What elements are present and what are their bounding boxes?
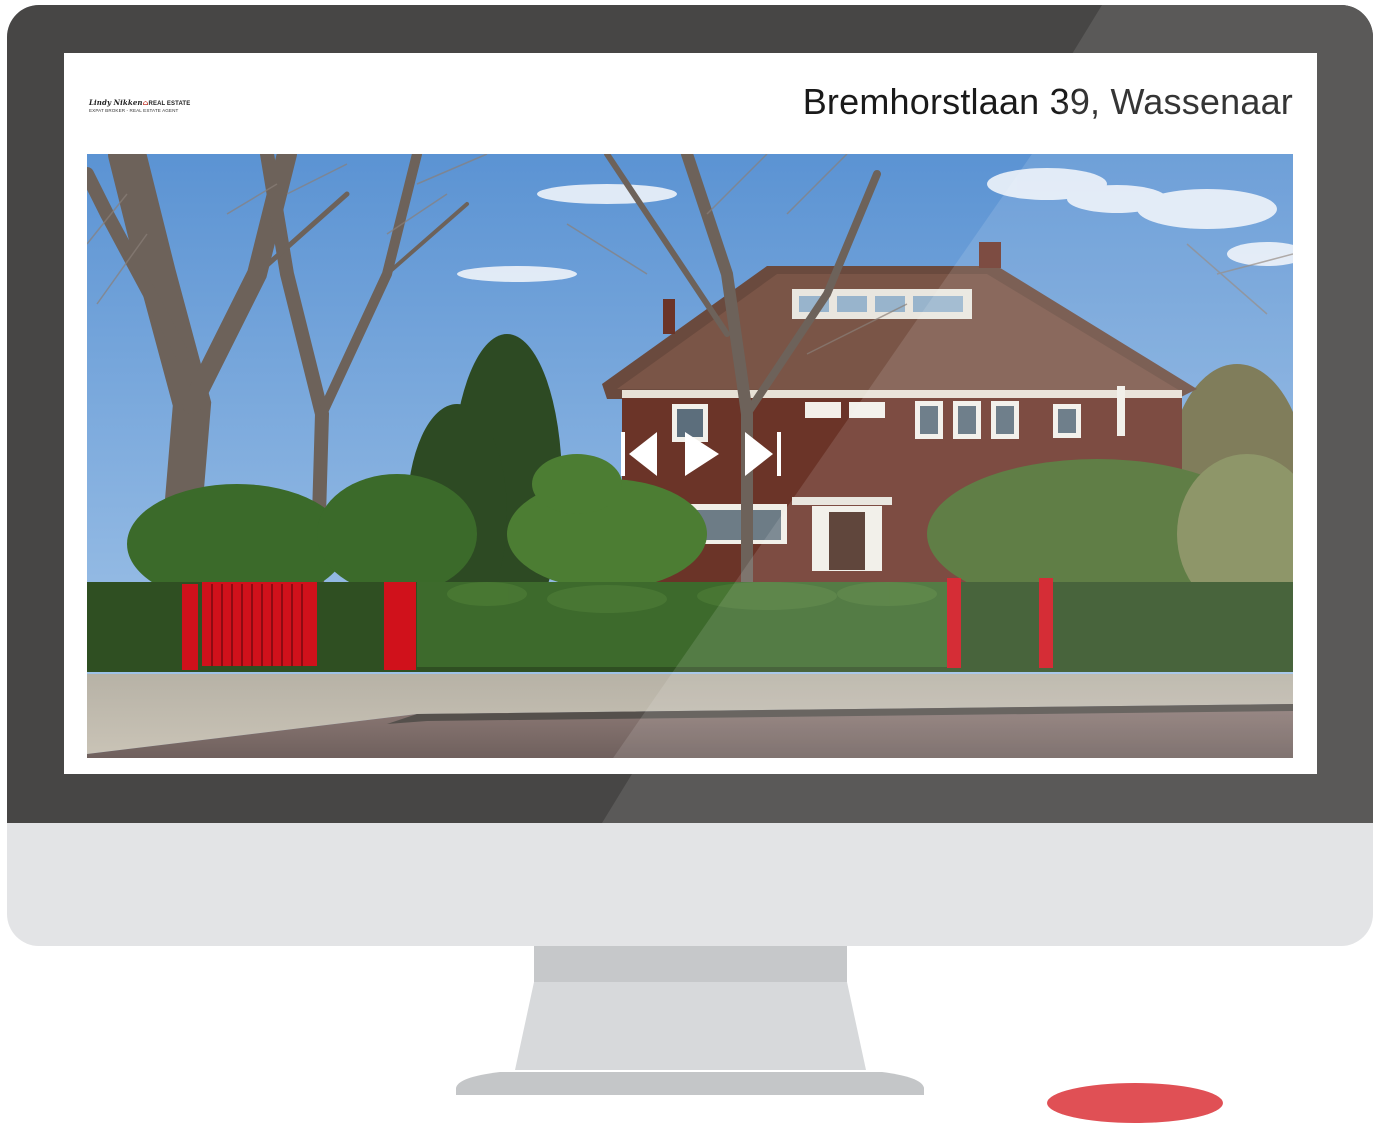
play-icon[interactable] [683, 430, 723, 478]
logo-brand-suffix: REAL ESTATE [148, 101, 191, 107]
monitor-frame: Lindy Nikken⌂REAL ESTATE EXPAT BROKER - … [7, 5, 1373, 946]
brand-logo[interactable]: Lindy Nikken⌂REAL ESTATE EXPAT BROKER - … [89, 98, 229, 120]
logo-wordmark: Lindy Nikken⌂REAL ESTATE [89, 98, 229, 107]
stand-neck [534, 946, 847, 982]
next-icon[interactable] [737, 430, 787, 478]
decorative-red-shape [1047, 1083, 1223, 1123]
slideshow-controls [617, 430, 787, 478]
screen: Lindy Nikken⌂REAL ESTATE EXPAT BROKER - … [64, 53, 1317, 774]
property-photo [87, 154, 1293, 758]
logo-tagline: EXPAT BROKER - REAL ESTATE AGENT [89, 108, 179, 113]
listing-address: Bremhorstlaan 39, Wassenaar [802, 81, 1293, 122]
previous-icon[interactable] [617, 430, 667, 478]
logo-name: Lindy Nikken [89, 98, 143, 107]
